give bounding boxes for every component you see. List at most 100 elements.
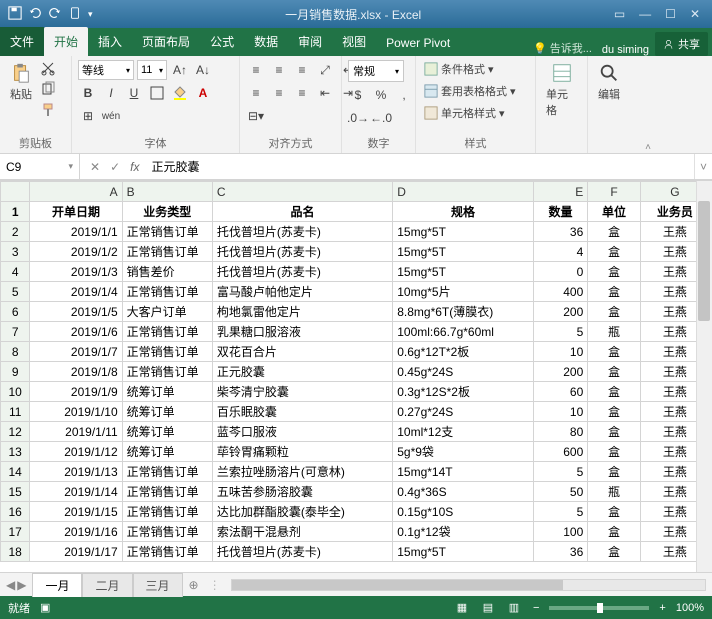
row-header[interactable]: 8 (1, 342, 30, 362)
cell[interactable]: 盒 (588, 362, 640, 382)
border-icon[interactable] (147, 83, 167, 103)
header-cell[interactable]: 品名 (212, 202, 392, 222)
minimize-icon[interactable]: — (639, 7, 651, 21)
align-bottom-icon[interactable]: ≡ (292, 60, 312, 80)
cell[interactable]: 瓶 (588, 322, 640, 342)
cell[interactable]: 2019/1/6 (30, 322, 122, 342)
cell[interactable]: 盒 (588, 282, 640, 302)
merge-center-icon[interactable]: ⊟▾ (246, 106, 266, 126)
cell[interactable]: 2019/1/16 (30, 522, 122, 542)
decrease-decimal-icon[interactable]: ←.0 (371, 108, 391, 128)
cell[interactable]: 盒 (588, 502, 640, 522)
cell[interactable]: 富马酸卢帕他定片 (212, 282, 392, 302)
vertical-scrollbar[interactable] (696, 181, 712, 572)
tab-view[interactable]: 视图 (332, 27, 376, 56)
cell[interactable]: 60 (533, 382, 588, 402)
number-format-select[interactable]: 常规▾ (348, 60, 404, 82)
row-header[interactable]: 6 (1, 302, 30, 322)
cell[interactable]: 15mg*5T (393, 222, 534, 242)
macro-record-icon[interactable]: ▣ (40, 601, 50, 614)
comma-format-icon[interactable]: , (394, 85, 414, 105)
name-box[interactable]: C9▾ (0, 154, 80, 179)
row-header[interactable]: 15 (1, 482, 30, 502)
cell[interactable]: 销售差价 (122, 262, 212, 282)
tab-formula[interactable]: 公式 (200, 27, 244, 56)
cell-styles-button[interactable]: 单元格样式 ▾ (422, 104, 507, 122)
decrease-indent-icon[interactable]: ⇤ (315, 83, 335, 103)
cell[interactable]: 100ml:66.7g*60ml (393, 322, 534, 342)
cell[interactable]: 200 (533, 302, 588, 322)
col-header-E[interactable]: E (533, 182, 588, 202)
collapse-ribbon-icon[interactable]: ˄ (640, 56, 656, 153)
font-size-select[interactable]: 11▾ (137, 60, 167, 80)
cell[interactable]: 正常销售订单 (122, 322, 212, 342)
page-layout-view-icon[interactable]: ▤ (479, 601, 497, 614)
cell[interactable]: 盒 (588, 262, 640, 282)
cell[interactable]: 2019/1/5 (30, 302, 122, 322)
tab-review[interactable]: 审阅 (288, 27, 332, 56)
cell[interactable]: 2019/1/9 (30, 382, 122, 402)
cell[interactable]: 正元胶囊 (212, 362, 392, 382)
cell[interactable]: 2019/1/12 (30, 442, 122, 462)
maximize-icon[interactable]: ☐ (665, 7, 676, 21)
italic-button[interactable]: I (101, 83, 121, 103)
cell[interactable]: 2019/1/1 (30, 222, 122, 242)
cell[interactable]: 2019/1/10 (30, 402, 122, 422)
header-cell[interactable]: 单位 (588, 202, 640, 222)
cell[interactable]: 0.15g*10S (393, 502, 534, 522)
border-more-icon[interactable]: ⊞ (78, 106, 98, 126)
cell[interactable]: 统筹订单 (122, 402, 212, 422)
cell[interactable]: 统筹订单 (122, 422, 212, 442)
row-header[interactable]: 5 (1, 282, 30, 302)
cell[interactable]: 36 (533, 222, 588, 242)
cell[interactable]: 正常销售订单 (122, 282, 212, 302)
cell[interactable]: 正常销售订单 (122, 502, 212, 522)
sheet-tab-3[interactable]: 三月 (133, 573, 183, 597)
cell[interactable]: 2019/1/4 (30, 282, 122, 302)
cell[interactable]: 统筹订单 (122, 382, 212, 402)
cell[interactable]: 0.45g*24S (393, 362, 534, 382)
cell[interactable]: 5 (533, 322, 588, 342)
row-header[interactable]: 12 (1, 422, 30, 442)
col-header-A[interactable]: A (30, 182, 122, 202)
cell[interactable]: 2019/1/15 (30, 502, 122, 522)
zoom-in-icon[interactable]: + (659, 602, 665, 614)
increase-font-icon[interactable]: A↑ (170, 60, 190, 80)
row-header[interactable]: 7 (1, 322, 30, 342)
header-cell[interactable]: 数量 (533, 202, 588, 222)
cell[interactable]: 0.4g*36S (393, 482, 534, 502)
cell[interactable]: 2019/1/17 (30, 542, 122, 562)
cell[interactable]: 2019/1/14 (30, 482, 122, 502)
cell[interactable]: 400 (533, 282, 588, 302)
cell[interactable]: 柴芩清宁胶囊 (212, 382, 392, 402)
underline-button[interactable]: U (124, 83, 144, 103)
cell[interactable]: 盒 (588, 522, 640, 542)
cell[interactable]: 双花百合片 (212, 342, 392, 362)
zoom-slider[interactable] (549, 606, 649, 610)
header-cell[interactable]: 规格 (393, 202, 534, 222)
cell[interactable]: 2019/1/11 (30, 422, 122, 442)
cell[interactable]: 统筹订单 (122, 442, 212, 462)
col-header-F[interactable]: F (588, 182, 640, 202)
cell[interactable]: 80 (533, 422, 588, 442)
cell[interactable]: 10mg*5片 (393, 282, 534, 302)
cut-icon[interactable] (40, 60, 56, 79)
copy-icon[interactable] (40, 81, 56, 100)
cell[interactable]: 50 (533, 482, 588, 502)
accounting-format-icon[interactable]: $ (348, 85, 368, 105)
row-header[interactable]: 16 (1, 502, 30, 522)
align-top-icon[interactable]: ≡ (246, 60, 266, 80)
col-header-C[interactable]: C (212, 182, 392, 202)
cell[interactable]: 正常销售订单 (122, 522, 212, 542)
cell[interactable]: 正常销售订单 (122, 462, 212, 482)
increase-decimal-icon[interactable]: .0→ (348, 108, 368, 128)
zoom-level[interactable]: 100% (676, 602, 704, 614)
cell[interactable]: 5 (533, 502, 588, 522)
cell[interactable]: 0.3g*12S*2板 (393, 382, 534, 402)
cell[interactable]: 正常销售订单 (122, 542, 212, 562)
worksheet-grid[interactable]: ABCDEFG1开单日期业务类型品名规格数量单位业务员22019/1/1正常销售… (0, 180, 712, 572)
zoom-out-icon[interactable]: − (533, 602, 539, 614)
cell[interactable]: 盒 (588, 222, 640, 242)
header-cell[interactable]: 开单日期 (30, 202, 122, 222)
cell[interactable]: 大客户订单 (122, 302, 212, 322)
